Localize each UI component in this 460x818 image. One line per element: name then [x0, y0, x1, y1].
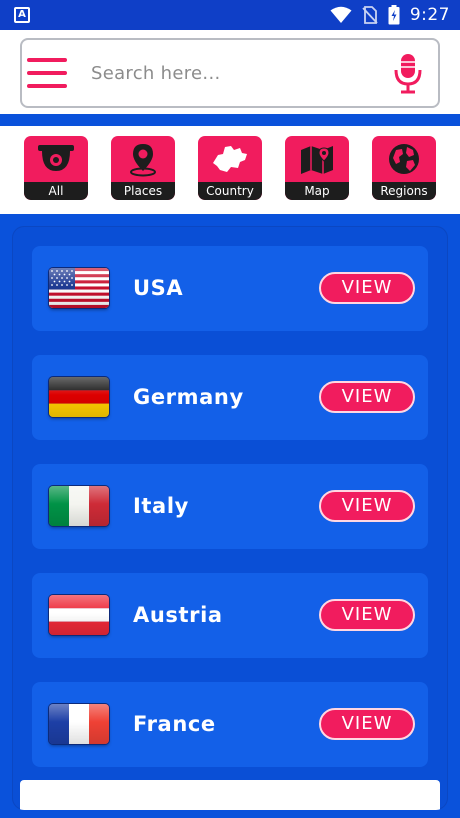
search-bar — [20, 38, 440, 108]
view-button-usa[interactable]: VIEW — [319, 272, 415, 304]
menu-line — [27, 71, 67, 75]
category-places[interactable]: Places — [111, 136, 175, 200]
header-divider — [0, 114, 460, 126]
category-country[interactable]: Country — [198, 136, 262, 200]
category-label: Map — [285, 182, 349, 200]
hamburger-menu-icon[interactable] — [27, 58, 67, 88]
category-map[interactable]: Map — [285, 136, 349, 200]
no-sim-icon — [362, 6, 378, 24]
italy-flag-icon — [49, 486, 109, 526]
search-header — [0, 30, 460, 114]
country-list: USA VIEW Germany VIEW Italy VIEW Austria… — [12, 226, 448, 810]
battery-charging-icon — [388, 5, 400, 25]
view-button-germany[interactable]: VIEW — [319, 381, 415, 413]
country-card-france[interactable]: France VIEW — [32, 682, 428, 767]
country-card-germany[interactable]: Germany VIEW — [32, 355, 428, 440]
menu-line — [27, 84, 67, 88]
app-badge-letter: A — [18, 9, 26, 20]
cctv-camera-icon — [24, 140, 88, 178]
category-label: All — [24, 182, 88, 200]
category-label: Country — [198, 182, 262, 200]
category-all[interactable]: All — [24, 136, 88, 200]
country-name: Austria — [133, 603, 223, 627]
view-button-italy[interactable]: VIEW — [319, 490, 415, 522]
search-input[interactable] — [91, 53, 388, 93]
country-shape-icon — [198, 140, 262, 178]
category-label: Regions — [372, 182, 436, 200]
category-label: Places — [111, 182, 175, 200]
microphone-icon[interactable] — [388, 49, 428, 97]
menu-line — [27, 58, 67, 62]
folded-map-icon — [285, 140, 349, 178]
country-name: USA — [133, 276, 184, 300]
view-button-austria[interactable]: VIEW — [319, 599, 415, 631]
country-card-usa[interactable]: USA VIEW — [32, 246, 428, 331]
app-notification-icon: A — [14, 7, 30, 23]
austria-flag-icon — [49, 595, 109, 635]
status-bar: A 9:27 — [0, 0, 460, 30]
france-flag-icon — [49, 704, 109, 744]
country-name: France — [133, 712, 216, 736]
country-name: Germany — [133, 385, 244, 409]
wifi-icon — [330, 6, 352, 23]
us-flag-icon — [49, 268, 109, 308]
map-pin-icon — [111, 140, 175, 178]
globe-icon — [372, 140, 436, 178]
category-bar: All Places Country Map Regions — [0, 126, 460, 214]
country-card-austria[interactable]: Austria VIEW — [32, 573, 428, 658]
country-name: Italy — [133, 494, 189, 518]
country-card-italy[interactable]: Italy VIEW — [32, 464, 428, 549]
bottom-panel — [20, 780, 440, 810]
category-regions[interactable]: Regions — [372, 136, 436, 200]
germany-flag-icon — [49, 377, 109, 417]
view-button-france[interactable]: VIEW — [319, 708, 415, 740]
clock: 9:27 — [409, 5, 450, 25]
